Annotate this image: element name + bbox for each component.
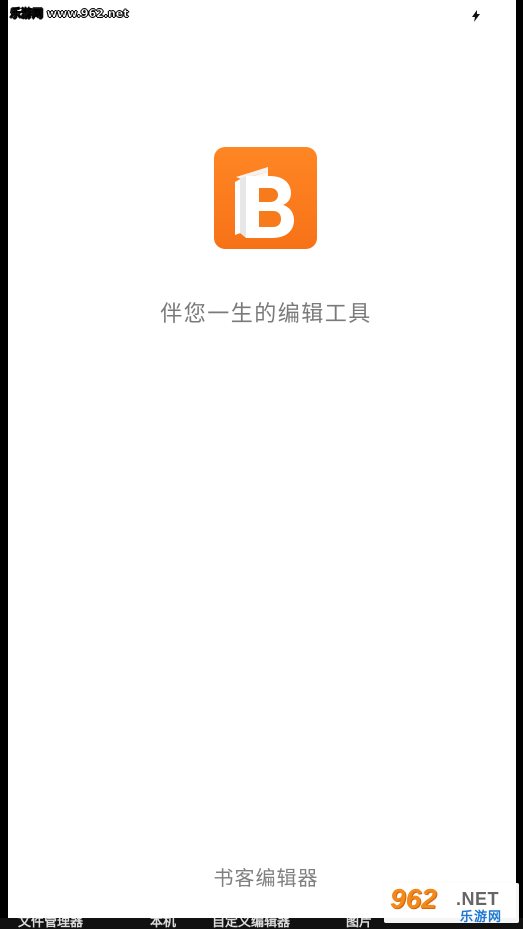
nav-item-file-manager: 文件管理器 [18, 918, 84, 929]
status-bar: 乐游网 www.962.net [8, 0, 516, 26]
watermark-brand-chinese: 乐游网 [460, 910, 503, 923]
top-watermark: 乐游网 www.962.net [10, 7, 129, 20]
device-frame: 乐游网 www.962.net 伴您一生的编辑工具 书客编辑器 文件管理器 本机… [0, 0, 523, 929]
watermark-brand-number: 962 [390, 883, 437, 914]
nav-item-local: 本机 [150, 918, 177, 929]
nav-item-custom-editor: 自定义编辑器 [212, 918, 291, 929]
splash-slogan: 伴您一生的编辑工具 [160, 302, 372, 327]
splash-screen: 乐游网 www.962.net 伴您一生的编辑工具 书客编辑器 [8, 0, 516, 919]
book-b-logo-icon [214, 147, 317, 249]
bottom-watermark-logo: 962 .NET 乐游网 [384, 883, 519, 923]
nav-item-images: 图片 [346, 918, 373, 929]
lightning-icon [471, 7, 481, 22]
